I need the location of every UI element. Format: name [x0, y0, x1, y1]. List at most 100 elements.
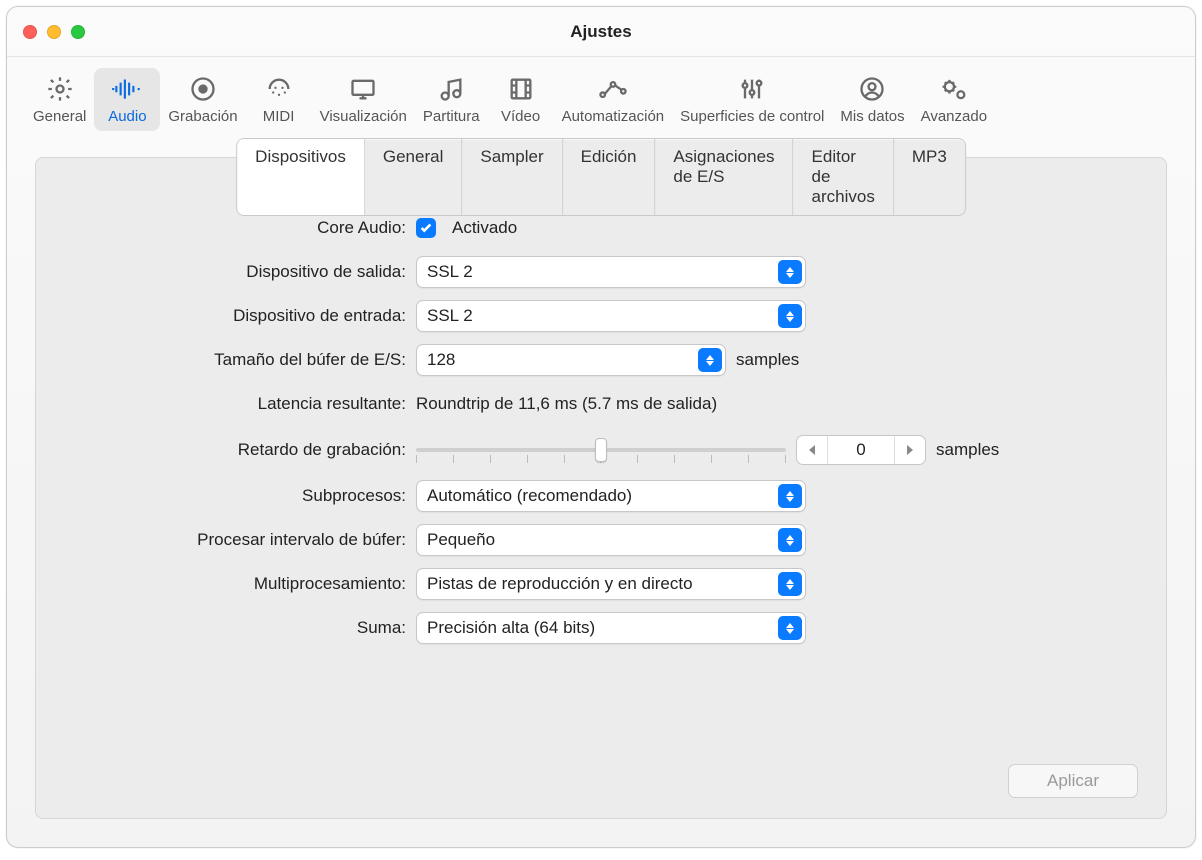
gears-icon — [937, 72, 971, 106]
label-input-device: Dispositivo de entrada: — [76, 306, 416, 326]
toolbar-item-label: Visualización — [320, 108, 407, 125]
label-latency: Latencia resultante: — [76, 394, 416, 414]
sliders-icon — [735, 72, 769, 106]
window-title: Ajustes — [570, 22, 631, 42]
film-icon — [504, 72, 538, 106]
toolbar-item-automation[interactable]: Automatización — [554, 68, 673, 131]
display-icon — [346, 72, 380, 106]
stepper-increment-icon[interactable] — [895, 436, 925, 464]
minimize-icon[interactable] — [47, 25, 61, 39]
chevron-updown-icon — [778, 616, 802, 640]
zoom-icon[interactable] — [71, 25, 85, 39]
row-summing: Suma: Precisión alta (64 bits) — [76, 606, 1126, 650]
close-icon[interactable] — [23, 25, 37, 39]
chevron-updown-icon — [778, 304, 802, 328]
process-buffer-range-value: Pequeño — [427, 530, 495, 550]
recording-delay-unit: samples — [936, 440, 999, 460]
toolbar-item-label: General — [33, 108, 86, 125]
toolbar-item-midi[interactable]: MIDI — [246, 68, 312, 131]
toolbar-item-label: Superficies de control — [680, 108, 824, 125]
gear-icon — [43, 72, 77, 106]
slider-thumb-icon[interactable] — [595, 438, 607, 462]
toolbar-item-general[interactable]: General — [25, 68, 94, 131]
input-device-value: SSL 2 — [427, 306, 473, 326]
apply-button[interactable]: Aplicar — [1008, 764, 1138, 798]
toolbar-item-display[interactable]: Visualización — [312, 68, 415, 131]
midi-icon — [262, 72, 296, 106]
multiprocessing-popup[interactable]: Pistas de reproducción y en directo — [416, 568, 806, 600]
input-device-popup[interactable]: SSL 2 — [416, 300, 806, 332]
recording-delay-value: 0 — [827, 436, 895, 464]
latency-value: Roundtrip de 11,6 ms (5.7 ms de salida) — [416, 394, 717, 414]
user-icon — [855, 72, 889, 106]
content-pane: Dispositivos General Sampler Edición Asi… — [35, 157, 1167, 819]
toolbar-item-label: Avanzado — [921, 108, 987, 125]
toolbar-item-label: Partitura — [423, 108, 480, 125]
prefs-toolbar: General Audio Grabación MIDI Visualizaci… — [7, 57, 1195, 131]
subtab-editing[interactable]: Edición — [563, 139, 656, 215]
row-latency: Latencia resultante: Roundtrip de 11,6 m… — [76, 382, 1126, 426]
core-audio-checkbox[interactable] — [416, 218, 436, 238]
toolbar-item-control-surfaces[interactable]: Superficies de control — [672, 68, 832, 131]
label-core-audio: Core Audio: — [76, 218, 416, 238]
label-recording-delay: Retardo de grabación: — [76, 440, 416, 460]
process-buffer-range-popup[interactable]: Pequeño — [416, 524, 806, 556]
multiprocessing-value: Pistas de reproducción y en directo — [427, 574, 693, 594]
toolbar-item-recording[interactable]: Grabación — [160, 68, 245, 131]
buffer-size-popup[interactable]: 128 — [416, 344, 726, 376]
recording-delay-stepper[interactable]: 0 — [796, 435, 926, 465]
threads-value: Automático (recomendado) — [427, 486, 632, 506]
record-icon — [186, 72, 220, 106]
row-output-device: Dispositivo de salida: SSL 2 — [76, 250, 1126, 294]
subtab-mp3[interactable]: MP3 — [894, 139, 965, 215]
threads-popup[interactable]: Automático (recomendado) — [416, 480, 806, 512]
subtab-general[interactable]: General — [365, 139, 462, 215]
toolbar-item-score[interactable]: Partitura — [415, 68, 488, 131]
toolbar-item-advanced[interactable]: Avanzado — [913, 68, 995, 131]
subtab-io-assignments[interactable]: Asignaciones de E/S — [655, 139, 793, 215]
row-recording-delay: Retardo de grabación: 0 samples — [76, 426, 1126, 474]
titlebar: Ajustes — [7, 7, 1195, 57]
row-process-buffer-range: Procesar intervalo de búfer: Pequeño — [76, 518, 1126, 562]
sub-tabbar: Dispositivos General Sampler Edición Asi… — [236, 138, 966, 216]
row-threads: Subprocesos: Automático (recomendado) — [76, 474, 1126, 518]
summing-value: Precisión alta (64 bits) — [427, 618, 595, 638]
chevron-updown-icon — [778, 572, 802, 596]
output-device-popup[interactable]: SSL 2 — [416, 256, 806, 288]
subtab-file-editor[interactable]: Editor de archivos — [794, 139, 894, 215]
label-threads: Subprocesos: — [76, 486, 416, 506]
toolbar-item-audio[interactable]: Audio — [94, 68, 160, 131]
toolbar-item-my-info[interactable]: Mis datos — [832, 68, 912, 131]
subtab-devices[interactable]: Dispositivos — [237, 139, 365, 215]
window-controls — [23, 25, 85, 39]
chevron-updown-icon — [778, 484, 802, 508]
waveform-icon — [110, 72, 144, 106]
toolbar-item-label: Automatización — [562, 108, 665, 125]
core-audio-enabled-label: Activado — [452, 218, 517, 238]
buffer-size-unit: samples — [736, 350, 799, 370]
label-summing: Suma: — [76, 618, 416, 638]
label-output-device: Dispositivo de salida: — [76, 262, 416, 282]
buffer-size-value: 128 — [427, 350, 455, 370]
label-process-buffer-range: Procesar intervalo de búfer: — [76, 530, 416, 550]
chevron-updown-icon — [778, 260, 802, 284]
row-core-audio: Core Audio: Activado — [76, 206, 1126, 250]
row-buffer-size: Tamaño del búfer de E/S: 128 samples — [76, 338, 1126, 382]
output-device-value: SSL 2 — [427, 262, 473, 282]
toolbar-item-video[interactable]: Vídeo — [488, 68, 554, 131]
row-input-device: Dispositivo de entrada: SSL 2 — [76, 294, 1126, 338]
label-buffer-size: Tamaño del búfer de E/S: — [76, 350, 416, 370]
chevron-updown-icon — [698, 348, 722, 372]
recording-delay-slider[interactable] — [416, 435, 786, 465]
chevron-updown-icon — [778, 528, 802, 552]
subtab-sampler[interactable]: Sampler — [462, 139, 562, 215]
apply-button-label: Aplicar — [1047, 771, 1099, 791]
stepper-decrement-icon[interactable] — [797, 436, 827, 464]
toolbar-item-label: Audio — [108, 108, 146, 125]
toolbar-item-label: Mis datos — [840, 108, 904, 125]
summing-popup[interactable]: Precisión alta (64 bits) — [416, 612, 806, 644]
row-multiprocessing: Multiprocesamiento: Pistas de reproducci… — [76, 562, 1126, 606]
notes-icon — [434, 72, 468, 106]
toolbar-item-label: Grabación — [168, 108, 237, 125]
toolbar-item-label: Vídeo — [501, 108, 540, 125]
